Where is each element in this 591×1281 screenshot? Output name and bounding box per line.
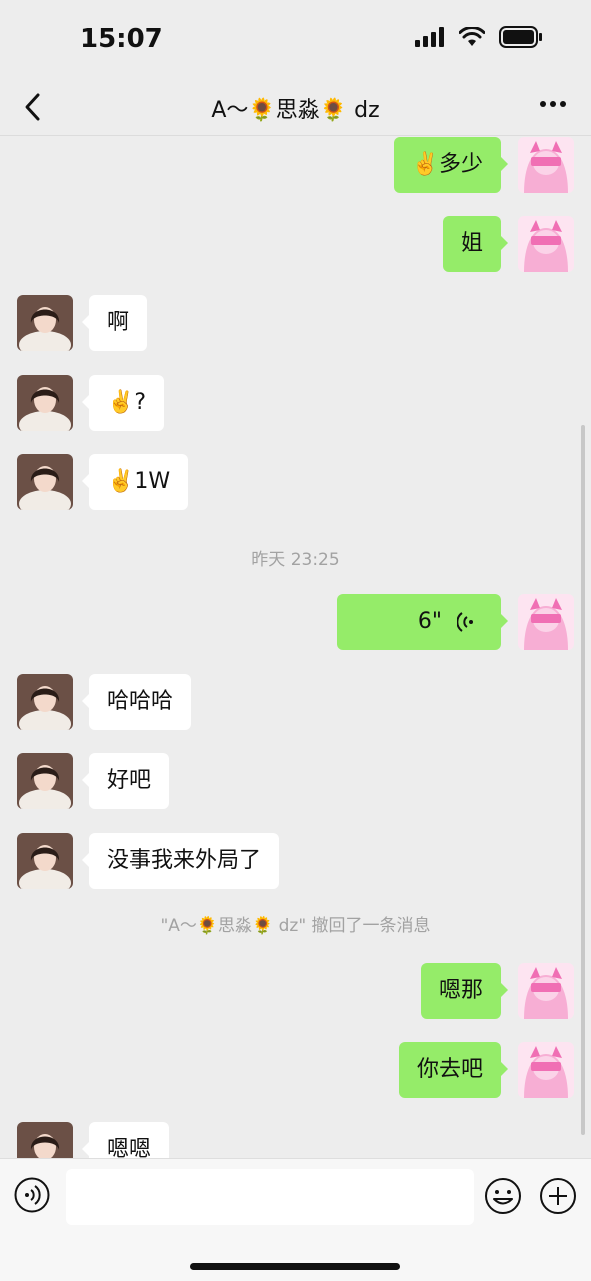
self-avatar[interactable] xyxy=(518,137,574,193)
contact-avatar[interactable] xyxy=(17,753,73,809)
self-avatar[interactable] xyxy=(518,963,574,1019)
chat-header: A～🌻思淼🌻 dz xyxy=(0,80,591,136)
signal-icon xyxy=(415,27,444,47)
plus-icon[interactable] xyxy=(539,1177,577,1215)
timestamp: 昨天 23:25 xyxy=(251,550,340,570)
contact-avatar[interactable] xyxy=(17,375,73,431)
self-avatar[interactable] xyxy=(518,1042,574,1098)
self-avatar[interactable] xyxy=(518,594,574,650)
more-dots-icon[interactable] xyxy=(539,94,567,114)
voice-input-icon[interactable] xyxy=(14,1177,50,1213)
chat-scrollbar[interactable] xyxy=(581,425,585,1135)
message-bubble-self[interactable]: 嗯那 xyxy=(420,963,509,1019)
message-bubble-contact[interactable]: 好吧 xyxy=(81,753,170,809)
home-indicator[interactable] xyxy=(190,1263,400,1270)
chat-messages[interactable]: ✌️多少 姐 啊 ✌️? ✌️1W 昨天 23:25 6" 哈哈哈 好吧 没事我… xyxy=(0,135,591,1158)
recall-notice: "A～🌻思淼🌻 dz" 撤回了一条消息 xyxy=(160,916,431,936)
contact-avatar[interactable] xyxy=(17,833,73,889)
status-time: 15:07 xyxy=(80,24,163,54)
contact-avatar[interactable] xyxy=(17,295,73,351)
message-bubble-contact[interactable]: 没事我来外局了 xyxy=(81,833,280,889)
voice-wave-icon xyxy=(457,612,473,632)
message-bubble-contact[interactable]: 嗯嗯 xyxy=(81,1122,170,1158)
message-bubble-self[interactable]: ✌️多少 xyxy=(393,137,509,193)
status-icons xyxy=(415,26,543,48)
status-bar: 15:07 xyxy=(0,0,591,80)
message-bubble-contact[interactable]: 哈哈哈 xyxy=(81,674,192,730)
voice-duration: 6" xyxy=(417,609,442,634)
battery-icon xyxy=(499,26,542,48)
chat-title: A～🌻思淼🌻 dz xyxy=(211,98,380,123)
self-avatar[interactable] xyxy=(518,216,574,272)
contact-avatar[interactable] xyxy=(17,674,73,730)
emoji-icon[interactable] xyxy=(484,1177,522,1215)
message-bubble-contact[interactable]: ✌️? xyxy=(81,375,165,431)
voice-message-bubble[interactable]: 6" xyxy=(337,594,508,650)
input-bar xyxy=(0,1158,591,1281)
message-bubble-self[interactable]: 姐 xyxy=(442,216,509,272)
message-bubble-contact[interactable]: 啊 xyxy=(81,295,148,351)
message-bubble-contact[interactable]: ✌️1W xyxy=(81,454,189,510)
message-bubble-self[interactable]: 你去吧 xyxy=(398,1042,509,1098)
wifi-icon xyxy=(459,27,485,46)
contact-avatar[interactable] xyxy=(17,1122,73,1158)
message-input[interactable] xyxy=(66,1169,474,1225)
contact-avatar[interactable] xyxy=(17,454,73,510)
